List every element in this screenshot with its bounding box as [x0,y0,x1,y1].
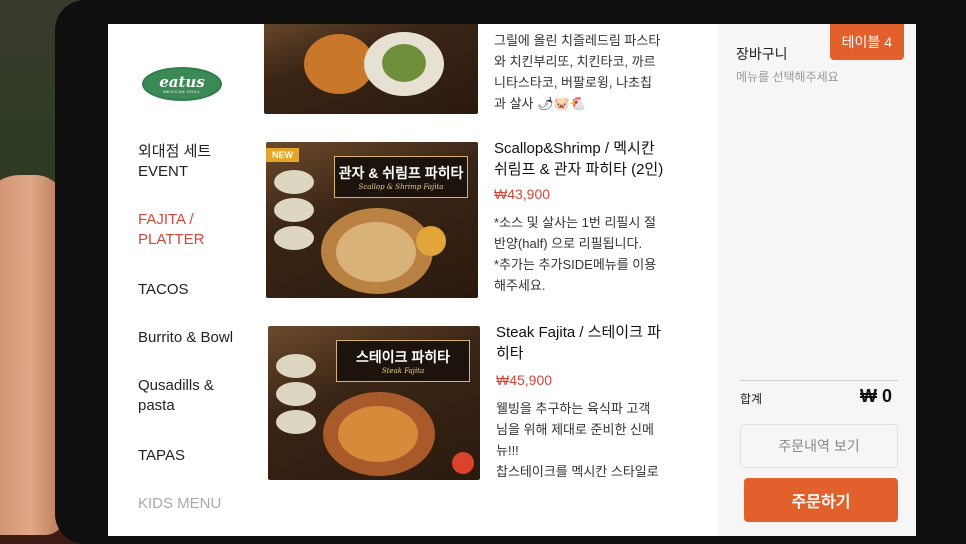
banner-subtitle: Scallop & Shrimp Fajita [358,183,444,191]
menu-item-image[interactable] [264,24,478,114]
menu-item-description: *소스 및 살사는 1번 리필시 절 반양(half) 으로 리필됩니다. *추… [494,215,657,293]
banner-title: 스테이크 파히타 [355,349,451,365]
image-banner: 관자 & 쉬림프 파히타 Scallop & Shrimp Fajita [334,156,468,198]
new-badge: NEW [266,148,299,162]
banner-title: 관자 & 쉬림프 파히타 [338,165,464,181]
kiosk-screen: eatus MEXICAN GRILL 외대점 세트 EVENT FAJITA … [108,24,916,536]
menu-item-image[interactable]: NEW 관자 & 쉬림프 파히타 Scallop & Shrimp Fajita [266,142,478,298]
image-banner: 스테이크 파히타 Steak Fajita [336,340,470,382]
cart-empty-message: 메뉴를 선택해주세요 [736,70,839,84]
nav-item-quesadilla[interactable]: Qusadills & pasta [138,376,214,416]
menu-list: 그릴에 올린 치즐레드림 파스타 와 치킨부리또, 치킨타코, 까르 니타스타코… [254,24,718,536]
nav-item-tacos[interactable]: TACOS [138,280,189,300]
place-order-button[interactable]: 주문하기 [744,478,898,522]
brand-logo: eatus MEXICAN GRILL [142,67,222,101]
menu-item-name[interactable]: Steak Fajita / 스테이크 파 히타 [496,322,716,364]
cart-title: 장바구니 [736,46,788,62]
menu-item-description: 웰빙을 추구하는 육식파 고객 님을 위해 제대로 준비한 신메 뉴!!! 찹스… [496,401,659,479]
logo-subtext: MEXICAN GRILL [163,88,201,94]
menu-item-image[interactable]: 스테이크 파히타 Steak Fajita [268,326,480,480]
order-history-button[interactable]: 주문내역 보기 [740,424,898,468]
nav-item-tapas[interactable]: TAPAS [138,446,185,466]
nav-item-burrito[interactable]: Burrito & Bowl [138,328,233,348]
nav-item-fajita[interactable]: FAJITA / PLATTER [138,210,204,250]
menu-item-description: 그릴에 올린 치즐레드림 파스타 와 치킨부리또, 치킨타코, 까르 니타스타코… [494,33,661,111]
nav-item-event[interactable]: 외대점 세트 EVENT [138,142,211,182]
logo-text: eatus [159,72,205,91]
cart-panel: 테이블 4 장바구니 메뉴를 선택해주세요 합계 ₩ 0 주문내역 보기 주문하… [718,24,916,536]
table-number-badge: 테이블 4 [829,24,904,60]
banner-subtitle: Steak Fajita [381,367,425,375]
menu-item-price: ₩45,900 [496,372,553,388]
total-label: 합계 [740,392,763,406]
menu-item-name[interactable]: Scallop&Shrimp / 멕시칸 쉬림프 & 관자 파히타 (2인) [494,138,714,180]
nav-item-kids[interactable]: KIDS MENU [138,494,221,514]
menu-item-price: ₩43,900 [494,186,551,202]
total-value: ₩ 0 [859,386,892,406]
cart-divider [740,380,898,381]
category-sidebar: eatus MEXICAN GRILL 외대점 세트 EVENT FAJITA … [108,24,254,536]
